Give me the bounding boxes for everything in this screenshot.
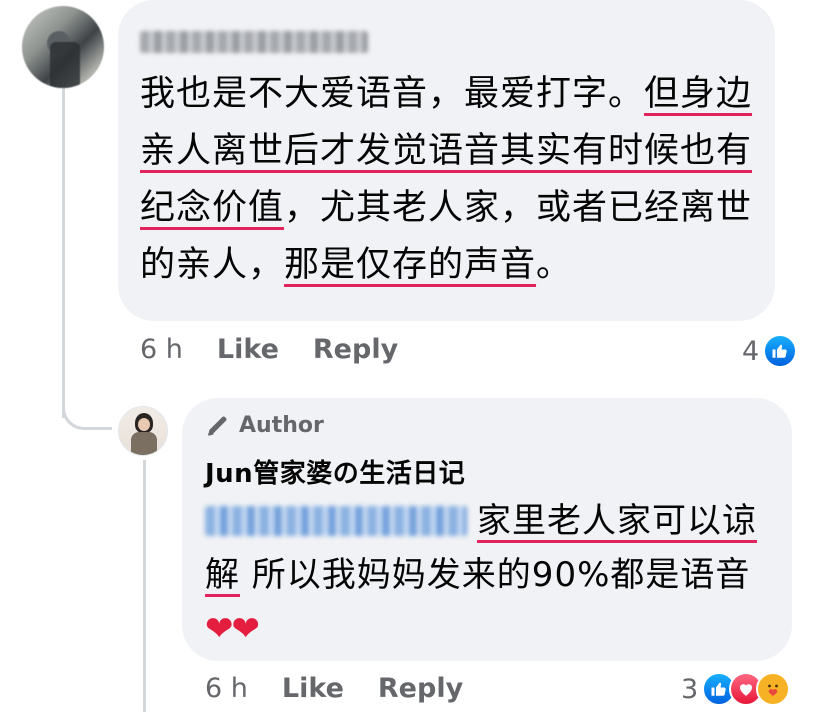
reply-author-name[interactable]: Jun管家婆の生活日记 <box>205 453 465 490</box>
reply-actions: 6 h Like Reply <box>205 673 497 704</box>
comment-text-part-underlined: 那是仅存的声音 <box>284 245 537 285</box>
thread-connector-curve <box>62 390 112 430</box>
comment-text: 我也是不大爱语音，最爱打字。但身边亲人离世后才发觉语音其实有时候也有纪念价值，尤… <box>140 66 760 294</box>
thread-connector-line <box>62 88 65 418</box>
comment-thread: 我也是不大爱语音，最爱打字。但身边亲人离世后才发觉语音其实有时候也有纪念价值，尤… <box>0 0 828 712</box>
comment-timestamp[interactable]: 6 h <box>140 334 183 365</box>
like-button[interactable]: Like <box>217 334 279 365</box>
author-badge-label: Author <box>239 412 324 438</box>
reply-timestamp[interactable]: 6 h <box>205 673 248 704</box>
heart-emoji: ❤❤ <box>205 609 260 649</box>
comment-text-part: 。 <box>536 245 573 285</box>
like-button[interactable]: Like <box>282 673 344 704</box>
reaction-icons <box>702 672 791 706</box>
reaction-icons <box>763 334 798 368</box>
care-icon <box>756 672 791 706</box>
mention-tag-blurred[interactable] <box>205 506 467 536</box>
reaction-summary[interactable]: 3 <box>681 672 791 706</box>
reply-connector-line <box>143 460 146 712</box>
like-icon <box>763 334 798 368</box>
reaction-count: 4 <box>742 335 760 367</box>
commenter-name-blurred[interactable] <box>140 31 368 53</box>
author-avatar[interactable] <box>118 406 168 456</box>
comment-actions: 6 h Like Reply <box>140 334 432 365</box>
comment-text-part: 我也是不大爱语音，最爱打字。 <box>140 74 645 114</box>
pencil-icon <box>207 416 227 436</box>
reply-button[interactable]: Reply <box>313 334 398 365</box>
reaction-count: 3 <box>681 673 699 705</box>
reaction-summary[interactable]: 4 <box>742 334 798 368</box>
commenter-avatar[interactable] <box>22 6 104 88</box>
reply-text: 家里老人家可以谅解 所以我妈妈发来的90%都是语音 ❤❤ <box>205 494 780 656</box>
author-badge: Author <box>205 412 324 438</box>
reply-text-part: 所以我妈妈发来的90%都是语音 <box>240 555 751 595</box>
reply-button[interactable]: Reply <box>378 673 463 704</box>
